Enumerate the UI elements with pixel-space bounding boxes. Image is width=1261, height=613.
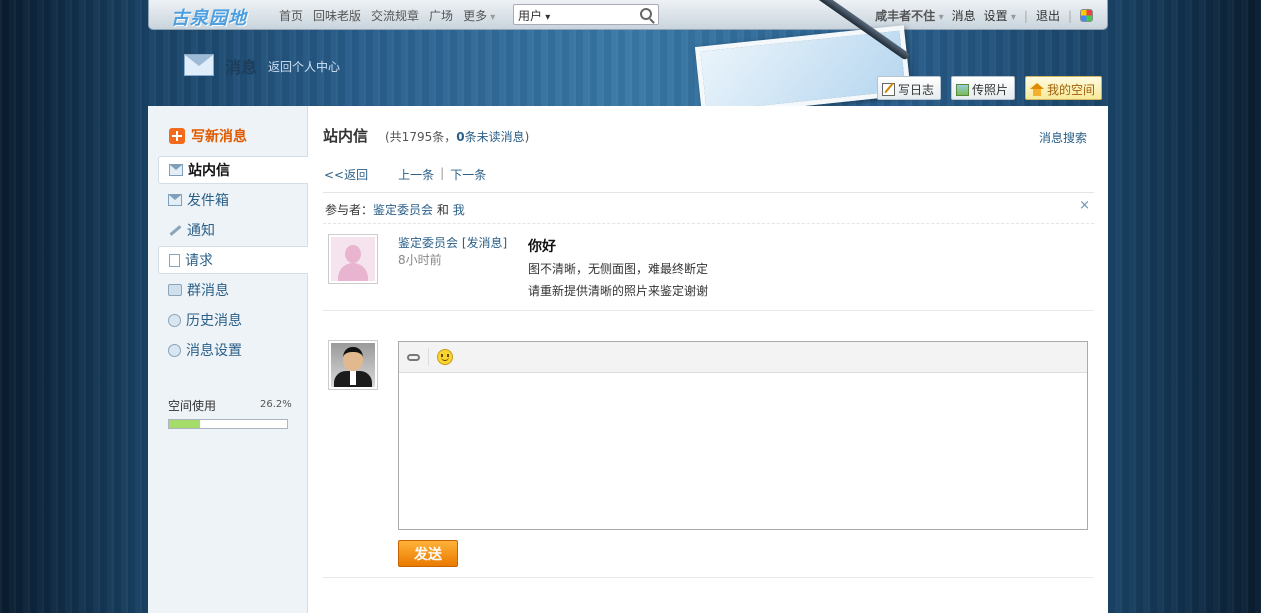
chat-bubble-icon — [168, 284, 182, 296]
sidebar-item-message-settings[interactable]: 消息设置 — [158, 336, 308, 364]
message-count: (共1795条，0条未读消息) — [385, 130, 530, 144]
sidebar-menu: 站内信 发件箱 通知 请求 群消息 历史消息 消息设置 — [158, 156, 308, 366]
nav-home[interactable]: 首页 — [279, 7, 303, 24]
settings-menu[interactable]: 设置 — [984, 7, 1016, 24]
close-icon[interactable]: × — [1079, 198, 1090, 213]
header-buttons: 写日志 传照片 我的空间 — [876, 76, 1102, 100]
reply-textarea[interactable] — [399, 373, 1087, 529]
app-icon[interactable] — [1080, 9, 1093, 22]
reply-area: 发送 — [323, 311, 1094, 578]
document-icon — [169, 253, 180, 267]
reply-editor — [398, 341, 1088, 530]
sidebar-item-history[interactable]: 历史消息 — [158, 306, 308, 334]
nav-divider: | — [1067, 8, 1072, 23]
page-header: 消息 返回个人中心 写日志 传照片 我的空间 — [148, 0, 1108, 117]
message-subject: 你好 — [528, 239, 556, 255]
sidebar-item-requests[interactable]: 请求 — [158, 246, 308, 274]
username-menu[interactable]: 咸丰者不住 — [875, 7, 944, 24]
toolbar-divider — [428, 348, 429, 366]
sidebar-item-notifications[interactable]: 通知 — [158, 216, 308, 244]
main-content: 站内信 (共1795条，0条未读消息) 消息搜索 <<返回 上一条 | 下一条 … — [308, 106, 1108, 613]
search-type-select[interactable]: 用户 — [518, 7, 550, 24]
nav-rules[interactable]: 交流规章 — [371, 7, 419, 24]
my-space-button[interactable]: 我的空间 — [1024, 76, 1102, 100]
space-usage-percent: 26.2% — [260, 399, 292, 410]
messages-link[interactable]: 消息 — [952, 7, 976, 24]
space-usage-label: 空间使用 — [168, 399, 217, 413]
home-icon — [1029, 83, 1044, 96]
back-to-profile-link[interactable]: 返回个人中心 — [268, 58, 340, 75]
nav-more[interactable]: 更多 — [463, 7, 495, 24]
pen-icon — [168, 224, 182, 236]
nav-separator: | — [440, 166, 445, 180]
unread-link[interactable]: 条未读消息 — [465, 130, 525, 144]
emoji-icon[interactable] — [437, 349, 453, 365]
compose-button[interactable]: 写新消息 — [169, 126, 247, 146]
top-nav-bar: 古泉园地 首页 回味老版 交流规章 广场 更多 用户 咸丰者不住 消息 设置 |… — [148, 0, 1108, 30]
back-link[interactable]: <<返回 — [324, 166, 368, 183]
sidebar-item-inbox[interactable]: 站内信 — [158, 156, 308, 184]
section-title: 站内信 — [323, 127, 369, 145]
logout-link[interactable]: 退出 — [1036, 7, 1060, 24]
next-link[interactable]: 下一条 — [450, 166, 486, 183]
message-body-line: 图不清晰，无侧面图，难最终断定 — [528, 262, 709, 276]
sender-avatar[interactable] — [328, 234, 378, 284]
send-button[interactable]: 发送 — [398, 540, 458, 567]
envelope-icon — [168, 194, 182, 206]
link-icon[interactable] — [407, 353, 420, 361]
editor-toolbar — [399, 342, 1087, 373]
nav-old-version[interactable]: 回味老版 — [313, 7, 361, 24]
site-logo[interactable]: 古泉园地 — [171, 4, 247, 30]
sidebar: 写新消息 站内信 发件箱 通知 请求 群消息 历史消息 消息设置 空间使用 26… — [148, 106, 308, 613]
message-time: 8小时前 — [398, 253, 442, 267]
space-usage-bar — [168, 419, 288, 429]
nav-divider: | — [1023, 8, 1028, 23]
message-item: 鉴定委员会 [发消息] 8小时前 你好 图不清晰，无侧面图，难最终断定 请重新提… — [323, 224, 1094, 311]
user-nav: 咸丰者不住 消息 设置 | 退出 | — [875, 7, 1093, 24]
sender-name[interactable]: 鉴定委员会 [发消息] — [398, 234, 507, 251]
participants-bar: 参与者：鉴定委员会 和 我 × — [323, 192, 1094, 224]
search-box[interactable]: 用户 — [513, 4, 659, 25]
message-search-link[interactable]: 消息搜索 — [1039, 129, 1087, 146]
mail-icon — [184, 54, 214, 76]
write-blog-button[interactable]: 写日志 — [876, 76, 941, 100]
settings-circle-icon — [168, 343, 181, 357]
photo-icon — [955, 83, 969, 96]
plus-icon — [169, 128, 185, 144]
sidebar-item-group-messages[interactable]: 群消息 — [158, 276, 308, 304]
envelope-icon — [169, 164, 183, 176]
nav-square[interactable]: 广场 — [429, 7, 453, 24]
space-usage-fill — [169, 420, 200, 428]
search-icon[interactable] — [640, 8, 652, 20]
main-nav: 首页 回味老版 交流规章 广场 更多 — [279, 7, 495, 24]
unread-count: 0 — [456, 130, 465, 144]
sidebar-item-outbox[interactable]: 发件箱 — [158, 186, 308, 214]
message-body-line: 请重新提供清晰的照片来鉴定谢谢 — [528, 284, 709, 298]
clock-icon — [168, 313, 181, 327]
participant-me[interactable]: 我 — [453, 203, 465, 217]
upload-photo-button[interactable]: 传照片 — [950, 76, 1015, 100]
blog-icon — [881, 83, 895, 96]
message-nav: <<返回 上一条 | 下一条 — [324, 166, 486, 183]
prev-link[interactable]: 上一条 — [398, 166, 434, 183]
page-title: 消息 — [225, 58, 258, 77]
participant-committee[interactable]: 鉴定委员会 — [373, 203, 433, 217]
my-avatar[interactable] — [328, 340, 378, 390]
